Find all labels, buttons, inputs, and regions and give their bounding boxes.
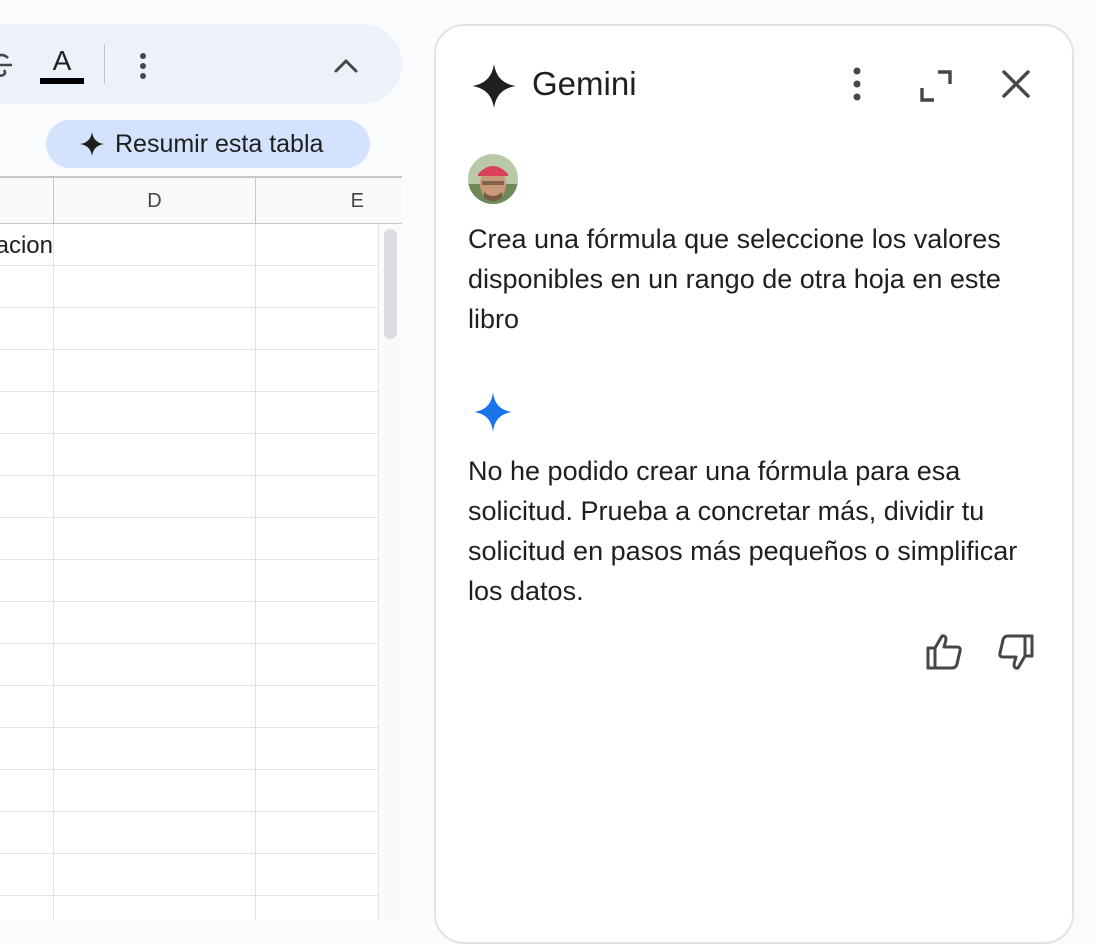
grid-cell[interactable]: [256, 728, 378, 769]
table-row: [0, 350, 378, 392]
grid-cell[interactable]: [256, 686, 378, 727]
grid-cell[interactable]: [54, 812, 256, 853]
grid-cell[interactable]: [256, 350, 378, 391]
grid-cell[interactable]: [54, 266, 256, 307]
grid-cell[interactable]: [256, 854, 378, 895]
expand-icon[interactable]: [916, 66, 956, 106]
toolbar-divider: [104, 44, 105, 84]
grid-cell[interactable]: [0, 812, 54, 853]
table-row: [0, 728, 378, 770]
grid-cell[interactable]: [54, 728, 256, 769]
table-row: [0, 308, 378, 350]
thumbs-up-icon[interactable]: [922, 630, 966, 674]
grid-cell[interactable]: [54, 686, 256, 727]
grid-cell[interactable]: [256, 476, 378, 517]
column-header-c[interactable]: [0, 178, 54, 224]
grid-cell[interactable]: [54, 854, 256, 895]
grid-cell[interactable]: [0, 686, 54, 727]
grid-cell[interactable]: [256, 812, 378, 853]
text-color-button[interactable]: A: [38, 44, 86, 86]
grid-cell[interactable]: [54, 602, 256, 643]
grid-cell[interactable]: [54, 308, 256, 349]
scrollbar-thumb[interactable]: [384, 229, 397, 339]
table-row: [0, 644, 378, 686]
grid-cell[interactable]: [0, 728, 54, 769]
gemini-side-panel: Gemini Crea una fórmula que seleccione l…: [434, 24, 1074, 944]
text-color-swatch: [40, 78, 84, 84]
table-row: [0, 476, 378, 518]
grid-cell[interactable]: [0, 644, 54, 685]
table-row: [0, 560, 378, 602]
table-row: [0, 266, 378, 308]
grid-cell[interactable]: rsacion: [0, 224, 54, 265]
grid-cell[interactable]: [0, 854, 54, 895]
chevron-up-icon[interactable]: [326, 46, 366, 86]
sparkle-icon: [80, 132, 104, 156]
grid-cell[interactable]: [54, 644, 256, 685]
grid-rows: rsacion: [0, 224, 378, 920]
grid-cell[interactable]: [54, 560, 256, 601]
gemini-logo-icon: [472, 64, 516, 108]
table-row: [0, 686, 378, 728]
grid-cell[interactable]: [0, 350, 54, 391]
grid-cell[interactable]: [256, 266, 378, 307]
close-icon[interactable]: [996, 64, 1036, 104]
user-avatar: [468, 154, 518, 204]
grid-cell[interactable]: [54, 224, 256, 265]
grid-cell[interactable]: [0, 434, 54, 475]
grid-cell[interactable]: [0, 308, 54, 349]
table-row: [0, 770, 378, 812]
summarize-table-label: Resumir esta tabla: [115, 129, 324, 158]
thumbs-down-icon[interactable]: [994, 630, 1038, 674]
grid-cell[interactable]: [256, 308, 378, 349]
grid-cell[interactable]: [0, 476, 54, 517]
grid-cell[interactable]: [54, 476, 256, 517]
user-prompt-message: Crea una fórmula que seleccione los valo…: [468, 224, 1001, 334]
grid-cell[interactable]: [256, 560, 378, 601]
grid-cell[interactable]: [0, 770, 54, 811]
column-header-row: D E: [0, 176, 402, 224]
table-row: [0, 392, 378, 434]
table-row: [0, 854, 378, 896]
more-options-icon[interactable]: [840, 62, 874, 106]
grid-cell[interactable]: [0, 266, 54, 307]
column-header-e[interactable]: E: [256, 178, 378, 224]
grid-cell[interactable]: [256, 602, 378, 643]
table-row: [0, 602, 378, 644]
vertical-scrollbar[interactable]: [378, 224, 402, 920]
more-vert-icon[interactable]: [128, 48, 158, 84]
column-header-d[interactable]: D: [54, 178, 256, 224]
grid-cell[interactable]: [54, 770, 256, 811]
column-header-e-label: E: [350, 190, 364, 212]
panel-title: Gemini: [532, 65, 637, 102]
gemini-response-message: No he podido crear una fórmula para esa …: [468, 456, 1018, 606]
text-color-icon: A: [52, 45, 72, 76]
grid-cell[interactable]: [256, 770, 378, 811]
grid-cell[interactable]: [256, 896, 378, 920]
table-row: [0, 434, 378, 476]
grid-cell[interactable]: [54, 434, 256, 475]
grid-cell[interactable]: [54, 392, 256, 433]
grid-cell[interactable]: [256, 644, 378, 685]
table-row: [0, 812, 378, 854]
grid-cell[interactable]: [256, 224, 378, 265]
grid-cell[interactable]: [0, 602, 54, 643]
grid-cell[interactable]: [256, 434, 378, 475]
grid-cell[interactable]: [54, 350, 256, 391]
table-row: [0, 518, 378, 560]
strikethrough-icon[interactable]: [0, 50, 18, 80]
grid-cell[interactable]: [0, 560, 54, 601]
grid-cell[interactable]: [256, 518, 378, 559]
gemini-response-icon: [474, 392, 512, 432]
grid-cell[interactable]: [256, 392, 378, 433]
grid-cell[interactable]: [0, 518, 54, 559]
table-row: rsacion: [0, 224, 378, 266]
grid-cell[interactable]: [54, 896, 256, 920]
table-row: [0, 896, 378, 920]
grid-cell[interactable]: [54, 518, 256, 559]
grid-cell[interactable]: [0, 896, 54, 920]
grid-cell[interactable]: [0, 392, 54, 433]
spreadsheet-grid: D E rsacion: [0, 176, 402, 920]
summarize-table-button[interactable]: Resumir esta tabla: [46, 120, 370, 168]
